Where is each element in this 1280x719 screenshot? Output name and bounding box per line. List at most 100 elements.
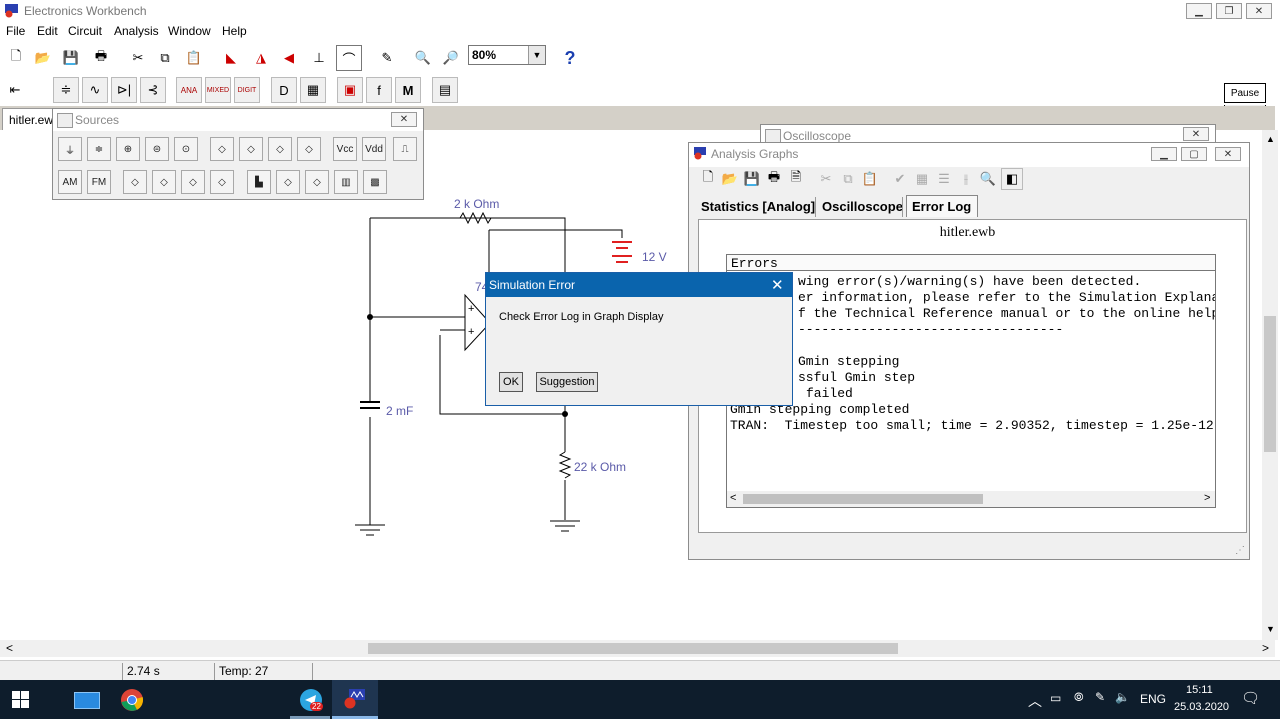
dc-voltage-icon[interactable]: ≑	[87, 137, 111, 161]
cccs-icon[interactable]: ◇	[297, 137, 321, 161]
zoom-select[interactable]: 80% ▼	[468, 45, 546, 65]
tab-statistics[interactable]: Statistics [Analog]	[701, 199, 815, 214]
document-tab[interactable]: hitler.ewb	[2, 108, 60, 130]
windows-start-icon[interactable]	[12, 691, 29, 708]
ac-current-icon[interactable]: ⊙	[174, 137, 198, 161]
clock-icon[interactable]: ⎍	[393, 137, 417, 161]
cut-icon[interactable]: ✂	[125, 45, 151, 71]
copy-icon[interactable]: ⧉	[152, 45, 178, 71]
zoom-in-icon[interactable]: 🔎	[438, 45, 464, 71]
controls-bin-icon[interactable]: f	[366, 77, 392, 103]
task-view-icon[interactable]	[74, 692, 100, 709]
ag-grid-icon[interactable]: ▦	[911, 168, 933, 190]
menu-file[interactable]: File	[6, 24, 25, 38]
chevron-up-icon[interactable]: ︿	[1028, 691, 1042, 711]
vccs-icon[interactable]: ◇	[239, 137, 263, 161]
battery-icon[interactable]: ▭	[1050, 691, 1061, 705]
scroll-up-icon[interactable]: ▲	[1266, 134, 1275, 144]
zoom-out-icon[interactable]: 🔍	[410, 45, 436, 71]
ag-open-icon[interactable]: 📂	[719, 168, 741, 190]
chrome-icon[interactable]	[120, 688, 144, 712]
notification-icon[interactable]: 🗨	[1241, 689, 1260, 707]
ground-icon[interactable]: ⏚	[58, 137, 82, 161]
menu-window[interactable]: Window	[168, 24, 211, 38]
favorites-icon[interactable]: ⇤	[2, 77, 28, 103]
ag-zoom-icon[interactable]: 🔍	[977, 168, 999, 190]
ok-button[interactable]: OK	[499, 372, 523, 392]
dc-current-icon[interactable]: ⊕	[116, 137, 140, 161]
mixed-ic-bin-icon[interactable]: MIXED	[205, 77, 231, 103]
flip-horizontal-icon[interactable]: ◮	[248, 45, 274, 71]
ag-toggle-icon[interactable]: ◧	[1001, 168, 1023, 190]
scroll-thumb[interactable]	[743, 494, 983, 504]
sources-bin-icon[interactable]: ≑	[53, 77, 79, 103]
pause-button[interactable]: Pause	[1224, 83, 1266, 103]
vscroll-thumb[interactable]	[1264, 316, 1276, 452]
taskbar-active-app[interactable]	[332, 680, 378, 719]
instruments-bin-icon[interactable]: ▤	[432, 77, 458, 103]
vc-square-icon[interactable]: ◇	[152, 170, 176, 194]
save-icon[interactable]: 💾	[58, 45, 84, 71]
menu-help[interactable]: Help	[222, 24, 247, 38]
fm-source[interactable]: FM	[87, 170, 111, 194]
wifi-icon[interactable]: ⦾	[1074, 690, 1084, 705]
basic-bin-icon[interactable]: ∿	[82, 77, 108, 103]
diodes-bin-icon[interactable]: ⊳|	[111, 77, 137, 103]
analysis-titlebar[interactable]: Analysis Graphs ▁ ▢ ✕	[689, 143, 1249, 167]
pwl-source-icon[interactable]: ◇	[276, 170, 300, 194]
scroll-left-icon[interactable]: <	[730, 492, 736, 504]
menu-analysis[interactable]: Analysis	[114, 24, 159, 38]
misc-bin-icon[interactable]: M	[395, 77, 421, 103]
analog-ic-bin-icon[interactable]: ANA	[176, 77, 202, 103]
minimize-button[interactable]: ▁	[1186, 3, 1212, 19]
logic-gates-bin-icon[interactable]: D	[271, 77, 297, 103]
errors-hscroll[interactable]: < >	[727, 491, 1215, 507]
ag-legend-icon[interactable]: ☰	[933, 168, 955, 190]
analysis-maximize-button[interactable]: ▢	[1181, 147, 1207, 161]
ag-save-icon[interactable]: 💾	[741, 168, 763, 190]
print-icon[interactable]: 🖶	[88, 45, 114, 71]
ag-print-icon[interactable]: 🖶	[763, 168, 785, 190]
menu-edit[interactable]: Edit	[37, 24, 58, 38]
analysis-minimize-button[interactable]: ▁	[1151, 147, 1177, 161]
scroll-down-icon[interactable]: ▼	[1266, 624, 1275, 634]
tab-oscilloscope[interactable]: Oscilloscope	[822, 199, 903, 214]
close-button[interactable]: ✕	[1246, 3, 1272, 19]
help-button[interactable]: ?	[557, 45, 583, 71]
vcvs-icon[interactable]: ◇	[210, 137, 234, 161]
vcc-source[interactable]: Vcc	[333, 137, 357, 161]
oscilloscope-close-button[interactable]: ✕	[1183, 127, 1209, 141]
scroll-right-icon[interactable]: >	[1262, 641, 1269, 655]
workspace-vscroll[interactable]: ▲ ▼	[1262, 130, 1278, 640]
description-icon[interactable]: ✎	[374, 45, 400, 71]
workspace-hscroll[interactable]: < >	[0, 640, 1275, 657]
vc-triangle-icon[interactable]: ◇	[181, 170, 205, 194]
suggestion-button[interactable]: Suggestion	[536, 372, 598, 392]
flip-vertical-icon[interactable]: ◀	[276, 45, 302, 71]
ag-copy-icon[interactable]: ⧉	[837, 168, 859, 190]
tab-error-log[interactable]: Error Log	[906, 195, 979, 217]
graph-icon[interactable]: ⌒	[336, 45, 362, 71]
subcircuit-icon[interactable]: ⊥	[306, 45, 332, 71]
ccvs-icon[interactable]: ◇	[268, 137, 292, 161]
clock-time[interactable]: 15:11	[1186, 684, 1213, 696]
switch-source-icon[interactable]: ▩	[363, 170, 387, 194]
vc-sine-icon[interactable]: ◇	[123, 170, 147, 194]
sources-close-button[interactable]: ✕	[391, 112, 417, 127]
ag-paste-icon[interactable]: 📋	[859, 168, 881, 190]
ac-voltage-icon[interactable]: ⊜	[145, 137, 169, 161]
digital-bin-icon[interactable]: ▦	[300, 77, 326, 103]
digital-ic-bin-icon[interactable]: DIGIT	[234, 77, 260, 103]
pen-icon[interactable]: ✎	[1095, 690, 1105, 704]
paste-icon[interactable]: 📋	[181, 45, 207, 71]
dialog-titlebar[interactable]: Simulation Error ✕	[486, 273, 792, 297]
scroll-left-icon[interactable]: <	[6, 641, 13, 655]
indicators-bin-icon[interactable]: ▣	[337, 77, 363, 103]
volume-icon[interactable]: 🔈	[1115, 690, 1130, 704]
restore-button[interactable]: ❐	[1216, 3, 1242, 19]
scroll-right-icon[interactable]: >	[1204, 492, 1210, 504]
fsk-source-icon[interactable]: ◇	[305, 170, 329, 194]
open-folder-icon[interactable]: 📂	[30, 45, 56, 71]
nonlinear-source-icon[interactable]: ▥	[334, 170, 358, 194]
ag-new-icon[interactable]: 🗋	[697, 168, 719, 190]
